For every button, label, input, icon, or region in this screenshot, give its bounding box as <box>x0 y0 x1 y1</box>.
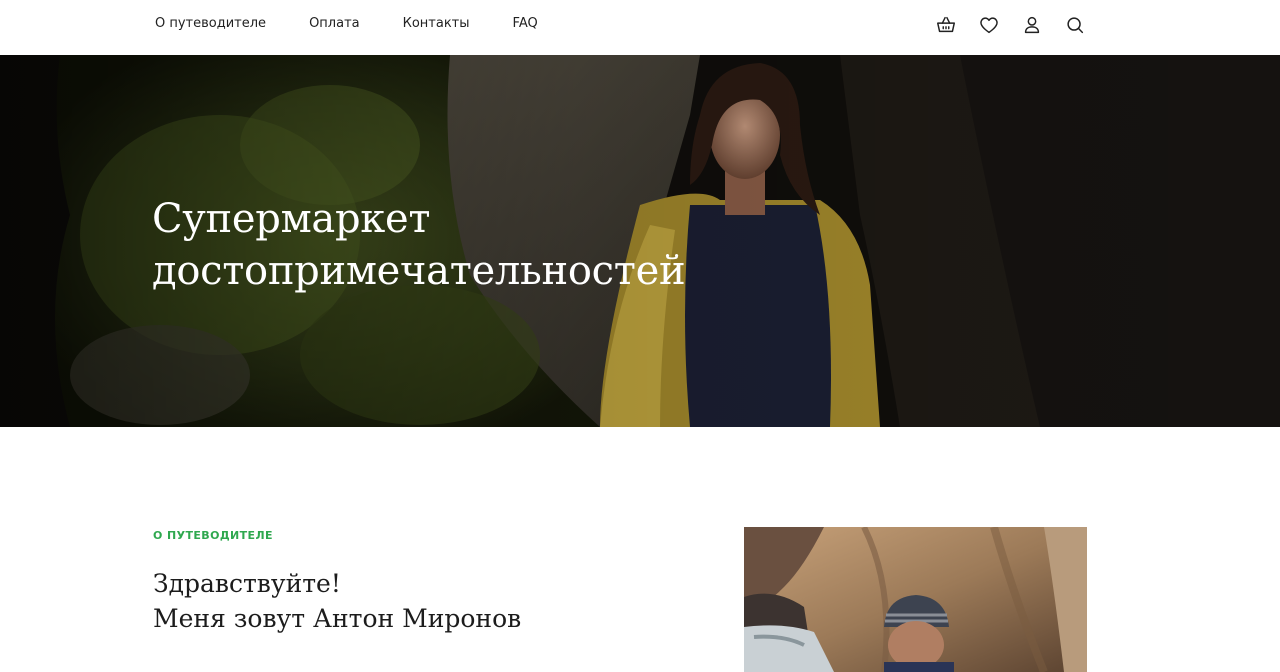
header-icons <box>934 13 1087 37</box>
greeting-line-2: Меня зовут Антон Миронов <box>153 604 522 633</box>
hero-banner: Супермаркет достопримечательностей <box>0 55 1280 427</box>
basket-icon <box>937 16 955 33</box>
hero-title: Супермаркет достопримечательностей <box>152 193 772 297</box>
hero-title-line-1: Супермаркет <box>152 196 431 242</box>
greeting-heading: Здравствуйте! Меня зовут Антон Миронов <box>153 566 673 636</box>
search-button[interactable] <box>1063 13 1087 37</box>
account-button[interactable] <box>1020 13 1044 37</box>
nav-link-contacts[interactable]: Контакты <box>403 15 470 33</box>
heart-icon <box>980 17 998 34</box>
main-nav: О путеводителе Оплата Контакты FAQ <box>155 15 538 33</box>
site-header: О путеводителе Оплата Контакты FAQ <box>0 0 1280 55</box>
user-icon <box>1024 16 1040 34</box>
nav-link-about[interactable]: О путеводителе <box>155 15 266 33</box>
hero-title-line-2: достопримечательностей <box>152 248 686 294</box>
author-photo <box>744 527 1087 672</box>
nav-link-payment[interactable]: Оплата <box>309 15 360 33</box>
search-icon <box>1067 17 1084 34</box>
nav-link-faq[interactable]: FAQ <box>513 15 538 33</box>
author-photo-image <box>744 527 1087 672</box>
greeting-line-1: Здравствуйте! <box>153 569 341 598</box>
section-tag: О ПУТЕВОДИТЕЛЕ <box>153 529 273 542</box>
cart-button[interactable] <box>934 13 958 37</box>
favorites-button[interactable] <box>977 13 1001 37</box>
